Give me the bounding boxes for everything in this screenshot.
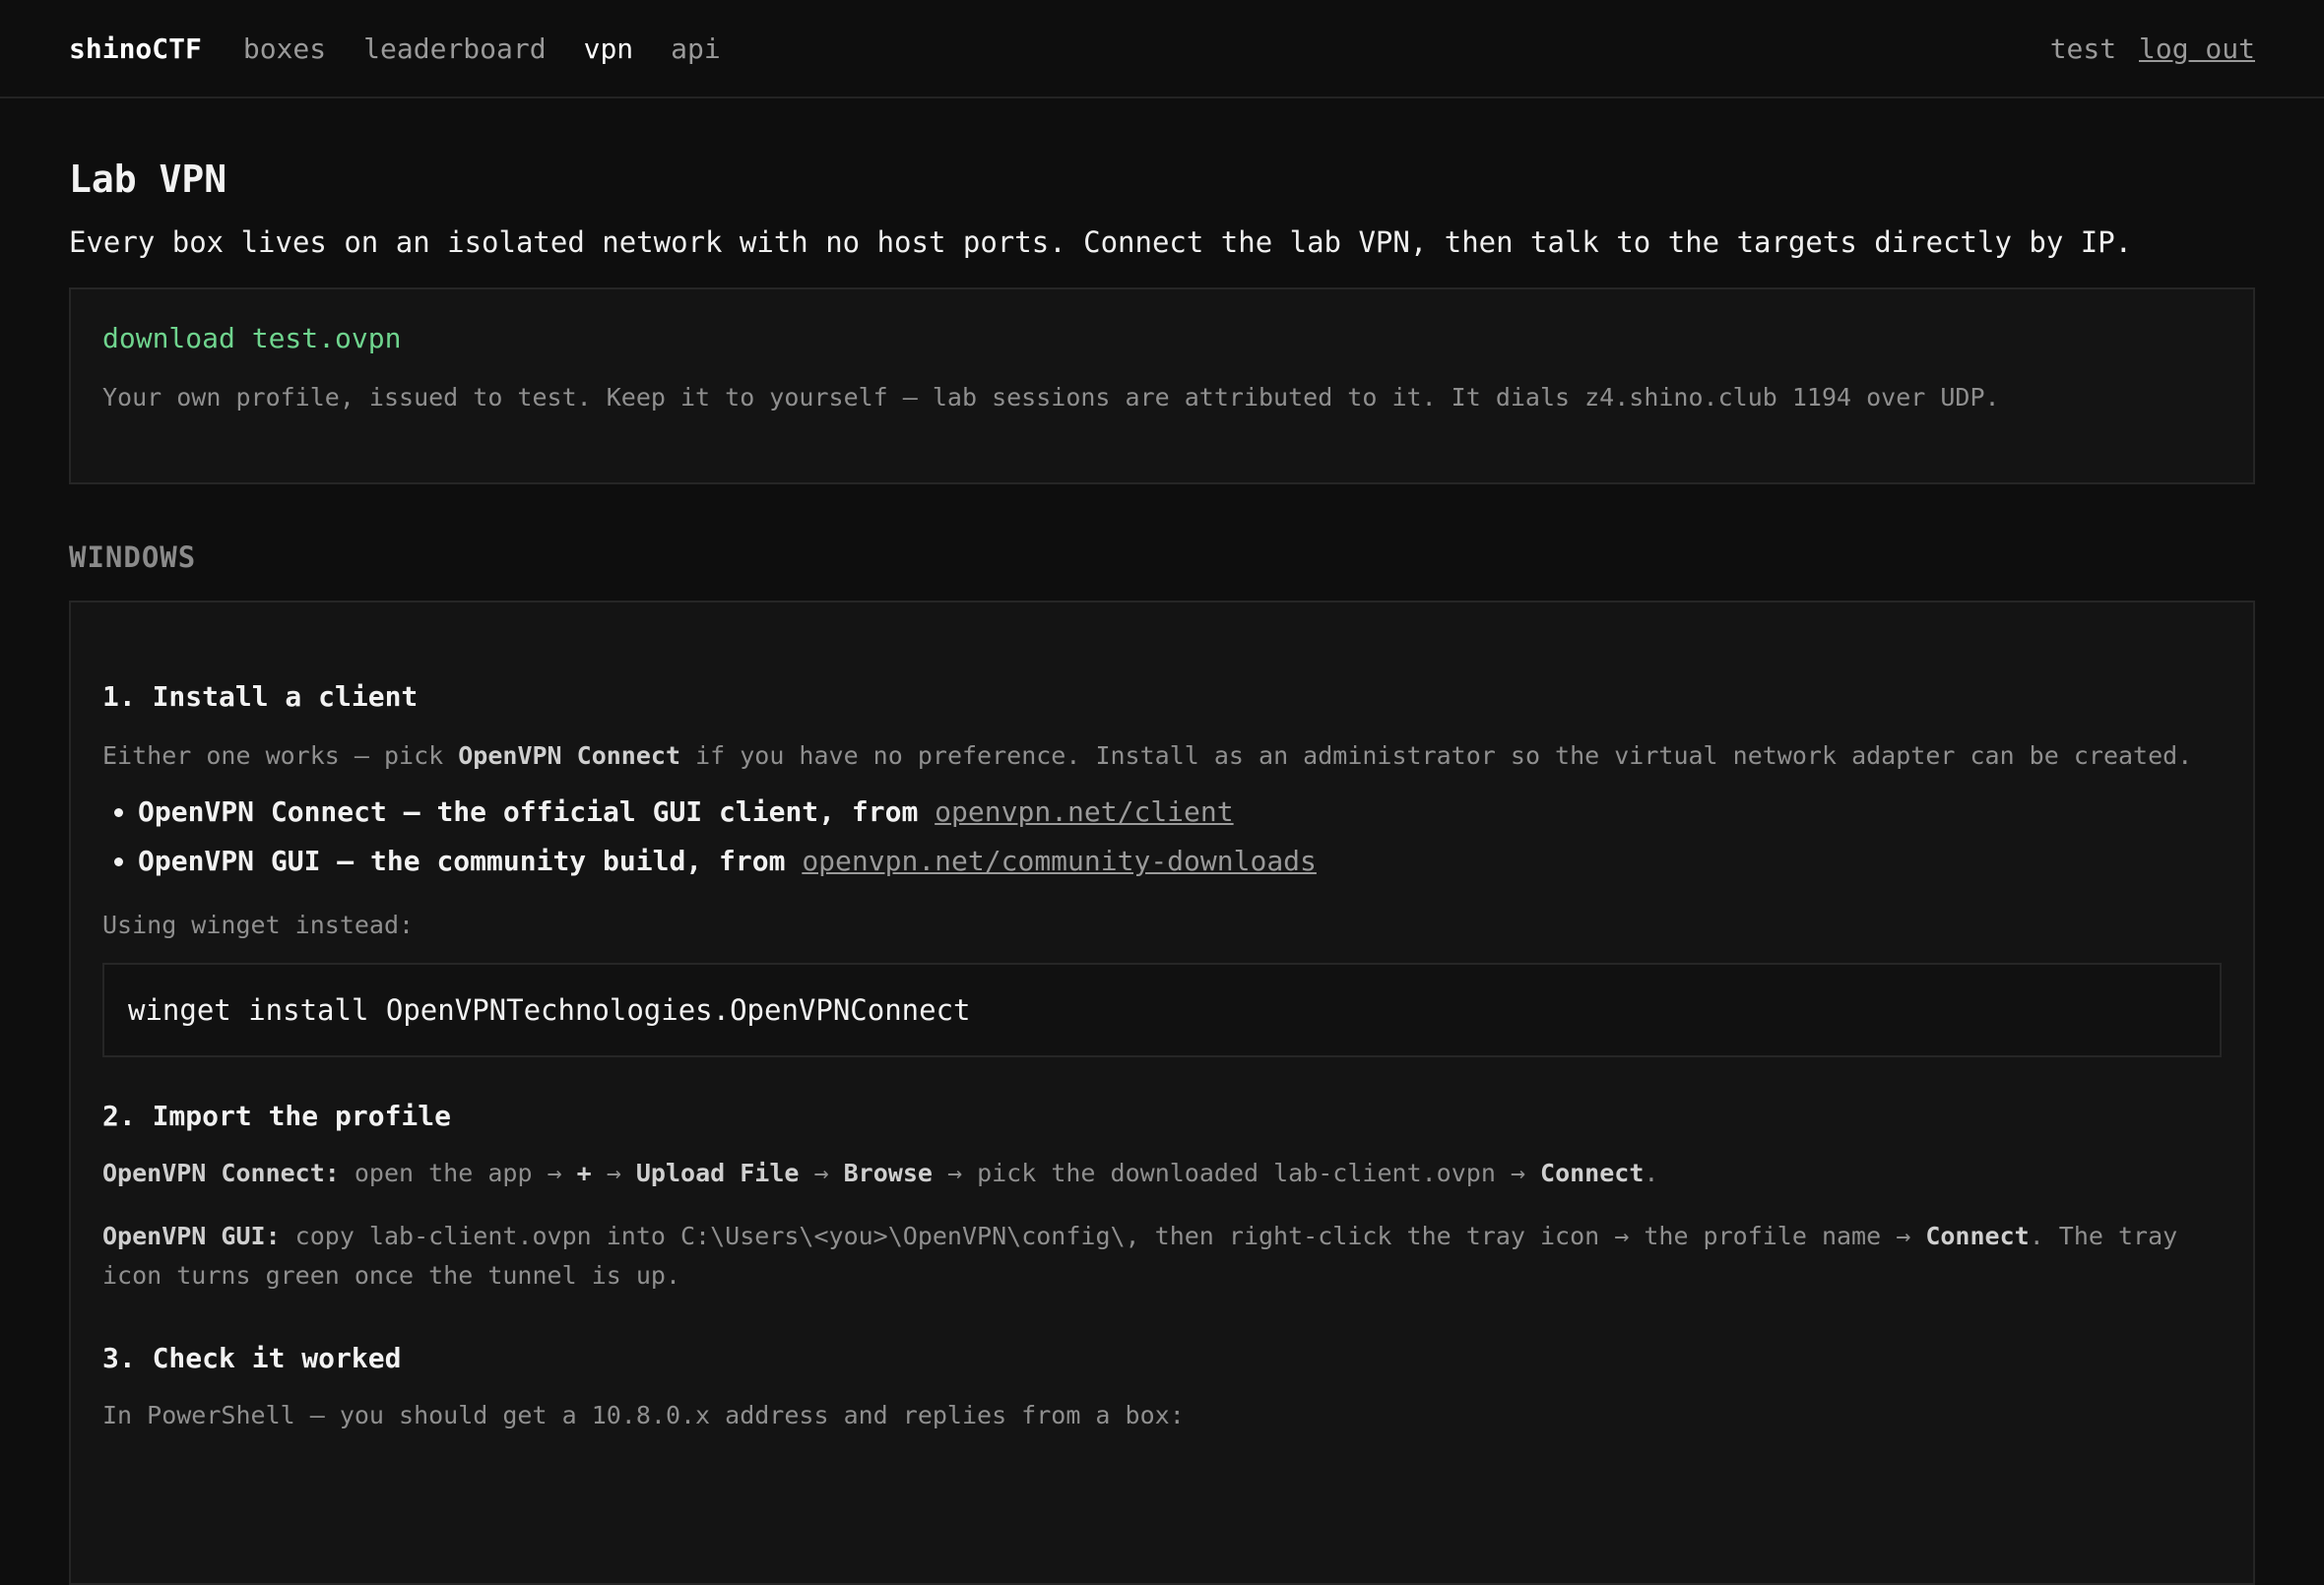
username: test: [2049, 32, 2117, 65]
nav-link-boxes[interactable]: boxes: [243, 32, 326, 65]
step-3-title: 3. Check it worked: [102, 1342, 402, 1374]
winget-command-block[interactable]: winget install OpenVPNTechnologies.OpenV…: [102, 963, 2222, 1057]
download-card: download test.ovpn Your own profile, iss…: [69, 287, 2255, 484]
page-title: Lab VPN: [69, 158, 227, 201]
client-list: OpenVPN Connect — the official GUI clien…: [102, 788, 2222, 886]
list-item: OpenVPN GUI — the community build, from …: [138, 837, 2222, 886]
client-name: OpenVPN GUI: [138, 845, 321, 877]
download-note: Your own profile, issued to test. Keep i…: [102, 383, 2000, 412]
step-2-title: 2. Import the profile: [102, 1100, 452, 1132]
list-item: OpenVPN Connect — the official GUI clien…: [138, 788, 2222, 837]
step-2-connect-instructions: OpenVPN Connect: open the app → + → Uplo…: [102, 1159, 1659, 1187]
section-title-windows: WINDOWS: [69, 540, 197, 574]
windows-card: 1. Install a client Either one works — p…: [69, 601, 2255, 1585]
step-2-gui-instructions: OpenVPN GUI: copy lab-client.ovpn into C…: [102, 1222, 2178, 1290]
main-nav: shinoCTF boxes leaderboard vpn api: [69, 32, 721, 65]
download-profile-link[interactable]: download test.ovpn: [102, 319, 2222, 358]
winget-label: Using winget instead:: [102, 911, 415, 939]
user-area: test log out: [2050, 32, 2255, 65]
client-url-link[interactable]: openvpn.net/client: [935, 795, 1233, 828]
step-3-desc: In PowerShell — you should get a 10.8.0.…: [102, 1401, 1185, 1429]
nav-link-api[interactable]: api: [671, 32, 721, 65]
logout-link[interactable]: log out: [2139, 32, 2255, 65]
main-content: Lab VPN Every box lives on an isolated n…: [0, 156, 2324, 1585]
nav-link-leaderboard[interactable]: leaderboard: [363, 32, 546, 65]
client-url-link[interactable]: openvpn.net/community-downloads: [802, 845, 1317, 877]
step-1-title: 1. Install a client: [102, 680, 419, 713]
client-name: OpenVPN Connect: [138, 795, 387, 828]
top-nav-bar: shinoCTF boxes leaderboard vpn api test …: [0, 0, 2324, 98]
step-1-desc: Either one works — pick OpenVPN Connect …: [102, 741, 2193, 770]
brand-logo[interactable]: shinoCTF: [69, 32, 202, 65]
nav-link-vpn[interactable]: vpn: [584, 32, 634, 65]
page-lead: Every box lives on an isolated network w…: [69, 225, 2133, 259]
